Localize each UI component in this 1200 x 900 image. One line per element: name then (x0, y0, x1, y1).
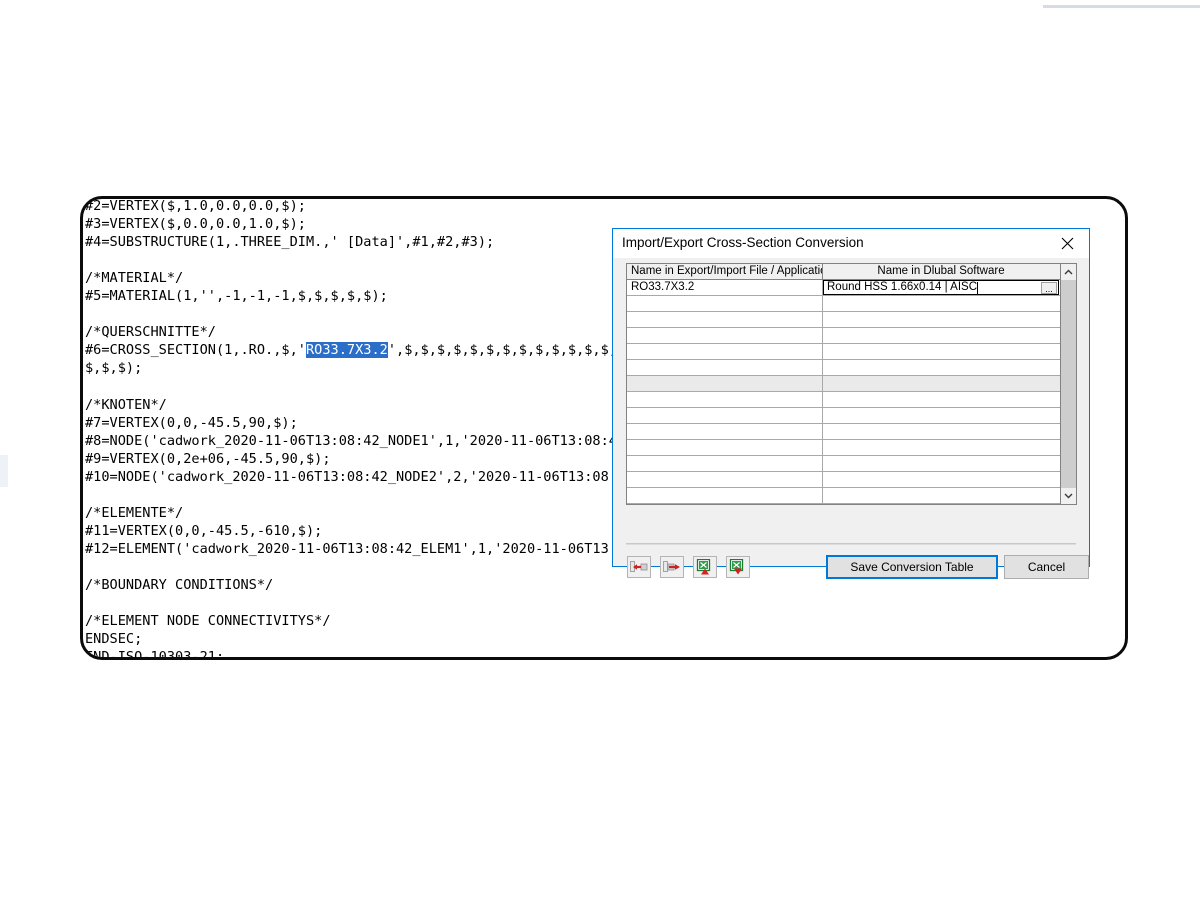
cell-target-name[interactable] (823, 312, 1059, 327)
cross-section-conversion-dialog: Import/Export Cross-Section Conversion N… (612, 228, 1090, 567)
cell-target-name[interactable] (823, 296, 1059, 311)
cell-source-name[interactable] (627, 424, 823, 439)
ellipsis-browse-button[interactable]: ... (1041, 282, 1057, 294)
code-after-selection: ',$,$,$,$,$,$,$,$,$,$,$,$,$,$, $,$,$); /… (85, 342, 633, 657)
cell-source-name[interactable] (627, 408, 823, 423)
table-row[interactable] (627, 440, 1060, 456)
code-editor-text[interactable]: #2=VERTEX($,1.0,0.0,0.0,$); #3=VERTEX($,… (83, 199, 633, 657)
close-icon[interactable] (1045, 229, 1089, 258)
edge-fragment-left (0, 455, 8, 487)
table-body: RO33.7X3.2Round HSS 1.66x0.14 | AISC... (627, 280, 1060, 504)
cell-source-name[interactable] (627, 456, 823, 471)
table-scrollbar[interactable] (1060, 263, 1077, 505)
table-row[interactable] (627, 488, 1060, 504)
conversion-table-wrapper: Name in Export/Import File / Application… (626, 263, 1077, 505)
table-row[interactable] (627, 408, 1060, 424)
table-row[interactable] (627, 392, 1060, 408)
dialog-title: Import/Export Cross-Section Conversion (622, 235, 864, 250)
cell-target-name[interactable] (823, 360, 1059, 375)
save-conversion-table-button[interactable]: Save Conversion Table (826, 555, 998, 579)
spreadsheet-import-icon[interactable] (693, 556, 717, 578)
table-row[interactable] (627, 312, 1060, 328)
cell-target-name[interactable] (823, 424, 1059, 439)
cell-target-name[interactable] (823, 456, 1059, 471)
chevron-down-icon[interactable] (1061, 488, 1076, 504)
column-header-target[interactable]: Name in Dlubal Software (823, 264, 1059, 279)
table-row[interactable] (627, 360, 1060, 376)
arrow-right-out-of-block-icon[interactable] (660, 556, 684, 578)
dialog-body: Name in Export/Import File / Application… (613, 258, 1089, 566)
cell-target-name[interactable] (823, 408, 1059, 423)
column-header-source[interactable]: Name in Export/Import File / Application (627, 264, 823, 279)
table-row[interactable] (627, 328, 1060, 344)
cell-source-name[interactable] (627, 392, 823, 407)
table-row[interactable] (627, 344, 1060, 360)
text-cursor (977, 282, 978, 294)
cell-target-name[interactable] (823, 472, 1059, 487)
cell-target-name[interactable] (823, 376, 1059, 391)
cell-source-name[interactable] (627, 312, 823, 327)
dialog-titlebar[interactable]: Import/Export Cross-Section Conversion (613, 229, 1089, 259)
edge-fragment-top (1043, 5, 1200, 8)
spreadsheet-export-icon[interactable] (726, 556, 750, 578)
cell-target-name[interactable] (823, 488, 1059, 503)
table-row[interactable] (627, 456, 1060, 472)
cell-source-name[interactable] (627, 376, 823, 391)
table-row[interactable] (627, 472, 1060, 488)
code-before-selection: #2=VERTEX($,1.0,0.0,0.0,$); #3=VERTEX($,… (85, 199, 494, 358)
scrollbar-track[interactable] (1061, 280, 1076, 488)
code-selected-text[interactable]: RO33.7X3.2 (306, 342, 388, 358)
arrow-left-into-block-icon[interactable] (627, 556, 651, 578)
table-header-row: Name in Export/Import File / Application… (627, 264, 1060, 280)
conversion-table[interactable]: Name in Export/Import File / Application… (626, 263, 1060, 505)
table-row[interactable] (627, 296, 1060, 312)
cell-target-name[interactable] (823, 344, 1059, 359)
cell-source-name[interactable] (627, 440, 823, 455)
cell-source-name[interactable]: RO33.7X3.2 (627, 280, 823, 295)
cell-source-name[interactable] (627, 360, 823, 375)
cancel-button[interactable]: Cancel (1004, 555, 1089, 579)
table-row[interactable] (627, 424, 1060, 440)
cell-source-name[interactable] (627, 488, 823, 503)
table-row[interactable] (627, 376, 1060, 392)
screenshot-root: #2=VERTEX($,1.0,0.0,0.0,$); #3=VERTEX($,… (0, 0, 1200, 900)
cell-source-name[interactable] (627, 344, 823, 359)
cell-target-name[interactable] (823, 392, 1059, 407)
cell-target-name[interactable] (823, 328, 1059, 343)
dialog-separator (626, 543, 1076, 545)
cell-source-name[interactable] (627, 296, 823, 311)
cell-target-name-editing[interactable]: Round HSS 1.66x0.14 | AISC... (823, 280, 1059, 295)
cell-target-name[interactable] (823, 440, 1059, 455)
cell-source-name[interactable] (627, 328, 823, 343)
cell-editor-value: Round HSS 1.66x0.14 | AISC (824, 281, 977, 294)
cell-source-name[interactable] (627, 472, 823, 487)
table-row[interactable]: RO33.7X3.2Round HSS 1.66x0.14 | AISC... (627, 280, 1060, 296)
dialog-toolbar (627, 556, 750, 578)
chevron-up-icon[interactable] (1061, 264, 1076, 280)
